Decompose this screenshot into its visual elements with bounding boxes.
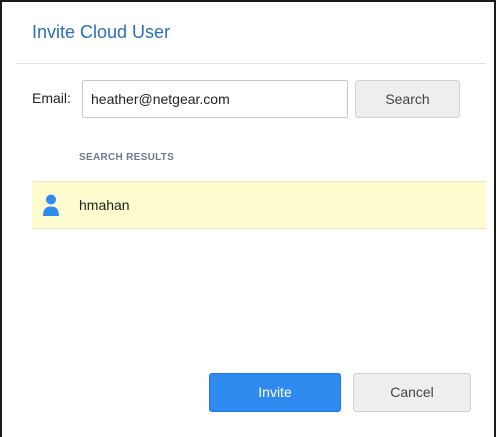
search-result-username: hmahan — [79, 197, 130, 213]
invite-cloud-user-dialog: Invite Cloud User Email: Search SEARCH R… — [0, 0, 496, 437]
user-icon — [43, 194, 59, 216]
email-input[interactable] — [82, 80, 348, 118]
email-label: Email: — [32, 90, 71, 106]
cancel-button[interactable]: Cancel — [353, 373, 471, 412]
search-button[interactable]: Search — [355, 80, 460, 118]
invite-button[interactable]: Invite — [209, 373, 341, 412]
title-divider — [16, 63, 486, 64]
dialog-title: Invite Cloud User — [32, 22, 171, 42]
search-results-header: SEARCH RESULTS — [79, 152, 175, 163]
search-result-row[interactable]: hmahan — [32, 181, 486, 229]
